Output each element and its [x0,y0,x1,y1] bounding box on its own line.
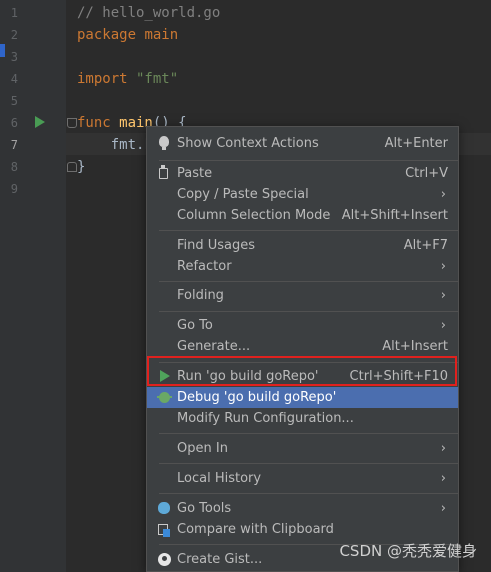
menu-item-shortcut: Alt+Enter [384,136,448,151]
code-line-7[interactable]: fmt.F [77,134,153,156]
line-number: 3 [10,50,18,64]
chevron-right-icon: › [440,471,446,486]
line-number: 7 [10,138,18,152]
chevron-right-icon: › [440,441,446,456]
run-gutter-icon[interactable] [35,116,45,128]
menu-separator [159,281,458,282]
line-number: 6 [10,116,18,130]
menu-item-shortcut: Alt+Shift+Insert [341,208,448,223]
menu-item-label: Folding [177,288,224,303]
clipboard-icon [159,165,168,179]
menu-item-local-history[interactable]: Local History › [147,468,458,489]
menu-item-label: Go To [177,318,213,333]
menu-item-folding[interactable]: Folding › [147,285,458,306]
code-line-4[interactable]: import "fmt" [77,68,178,90]
menu-item-compare-with-clipboard[interactable]: Compare with Clipboard [147,519,458,540]
menu-item-label: Go Tools [177,501,232,516]
context-menu: Show Context Actions Alt+Enter Paste Ctr… [146,126,459,572]
menu-item-shortcut: Alt+F7 [403,238,448,253]
menu-item-generate[interactable]: Generate... Alt+Insert [147,336,458,357]
menu-item-refactor[interactable]: Refactor › [147,256,458,277]
menu-item-label: Copy / Paste Special [177,187,309,202]
menu-separator [159,160,458,161]
line-number: 8 [10,160,18,174]
code-identifier: main [136,27,179,43]
menu-item-open-in[interactable]: Open In › [147,438,458,459]
menu-separator [159,311,458,312]
chevron-right-icon: › [440,259,446,274]
code-keyword: func [77,115,111,131]
menu-item-label: Column Selection Mode [177,208,331,223]
chevron-right-icon: › [440,187,446,202]
menu-item-go-to[interactable]: Go To › [147,315,458,336]
code-text: fmt.F [77,137,153,153]
menu-item-debug[interactable]: Debug 'go build goRepo' [147,387,458,408]
code-line-1[interactable]: // hello_world.go [77,2,220,24]
code-comment: // hello_world.go [77,5,221,21]
line-number: 1 [10,6,18,20]
menu-item-paste[interactable]: Paste Ctrl+V [147,163,458,184]
code-line-2[interactable]: package main [77,24,178,46]
code-string: "fmt" [127,71,179,87]
menu-item-show-context-actions[interactable]: Show Context Actions Alt+Enter [147,133,458,154]
menu-item-label: Find Usages [177,238,256,253]
code-keyword: package [77,27,137,43]
menu-item-label: Local History [177,471,262,486]
menu-item-label: Refactor [177,259,232,274]
code-line-8[interactable]: } [77,156,85,178]
gopher-icon [158,502,170,514]
chevron-right-icon: › [440,501,446,516]
menu-item-shortcut: Ctrl+V [405,166,448,181]
watermark: CSDN @秃秃爱健身 [339,542,477,560]
menu-item-label: Modify Run Configuration... [177,411,354,426]
menu-item-go-tools[interactable]: Go Tools › [147,498,458,519]
menu-item-shortcut: Alt+Insert [382,339,448,354]
menu-item-label: Open In [177,441,228,456]
debug-icon [157,392,172,403]
line-number: 2 [10,28,18,42]
menu-separator [159,493,458,494]
fold-icon[interactable] [67,162,77,172]
code-text: } [77,159,86,175]
menu-item-find-usages[interactable]: Find Usages Alt+F7 [147,235,458,256]
annotation-highlight-box [147,356,457,386]
menu-item-label: Generate... [177,339,251,354]
line-number: 5 [10,94,18,108]
menu-separator [159,463,458,464]
fold-icon[interactable] [67,118,77,128]
line-number: 4 [10,72,18,86]
menu-item-column-selection-mode[interactable]: Column Selection Mode Alt+Shift+Insert [147,205,458,226]
code-keyword: import [77,71,128,87]
menu-item-modify-run-configuration[interactable]: Modify Run Configuration... [147,408,458,429]
github-icon [158,553,171,566]
lightbulb-icon [159,136,169,150]
menu-separator [159,230,458,231]
menu-separator [159,433,458,434]
menu-item-label: Show Context Actions [177,136,319,151]
menu-item-label: Compare with Clipboard [177,522,334,537]
menu-item-label: Paste [177,166,213,181]
line-number: 9 [10,182,18,196]
chevron-right-icon: › [440,288,446,303]
chevron-right-icon: › [440,318,446,333]
compare-icon [158,524,170,537]
menu-item-label: Debug 'go build goRepo' [177,390,337,405]
menu-item-label: Create Gist... [177,552,263,567]
menu-item-copy-paste-special[interactable]: Copy / Paste Special › [147,184,458,205]
